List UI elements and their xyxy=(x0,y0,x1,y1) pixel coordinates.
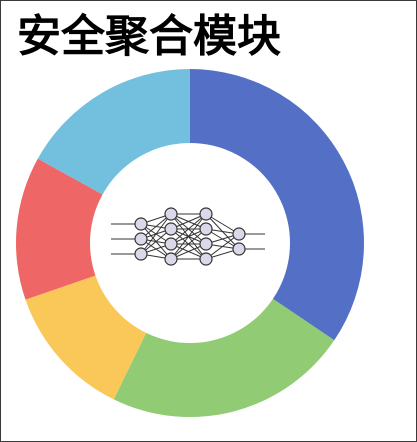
network-node xyxy=(134,232,148,246)
neural-network-icon xyxy=(111,207,265,266)
network-node xyxy=(232,242,246,256)
module-panel: 安全聚合模块 xyxy=(0,0,417,442)
network-node xyxy=(164,252,178,266)
network-node xyxy=(232,227,246,241)
network-node xyxy=(199,222,213,236)
network-node xyxy=(164,237,178,251)
network-node xyxy=(164,207,178,221)
network-node xyxy=(199,252,213,266)
network-node xyxy=(199,237,213,251)
network-node xyxy=(164,222,178,236)
network-node xyxy=(134,217,148,231)
network-node xyxy=(199,207,213,221)
network-node xyxy=(134,247,148,261)
